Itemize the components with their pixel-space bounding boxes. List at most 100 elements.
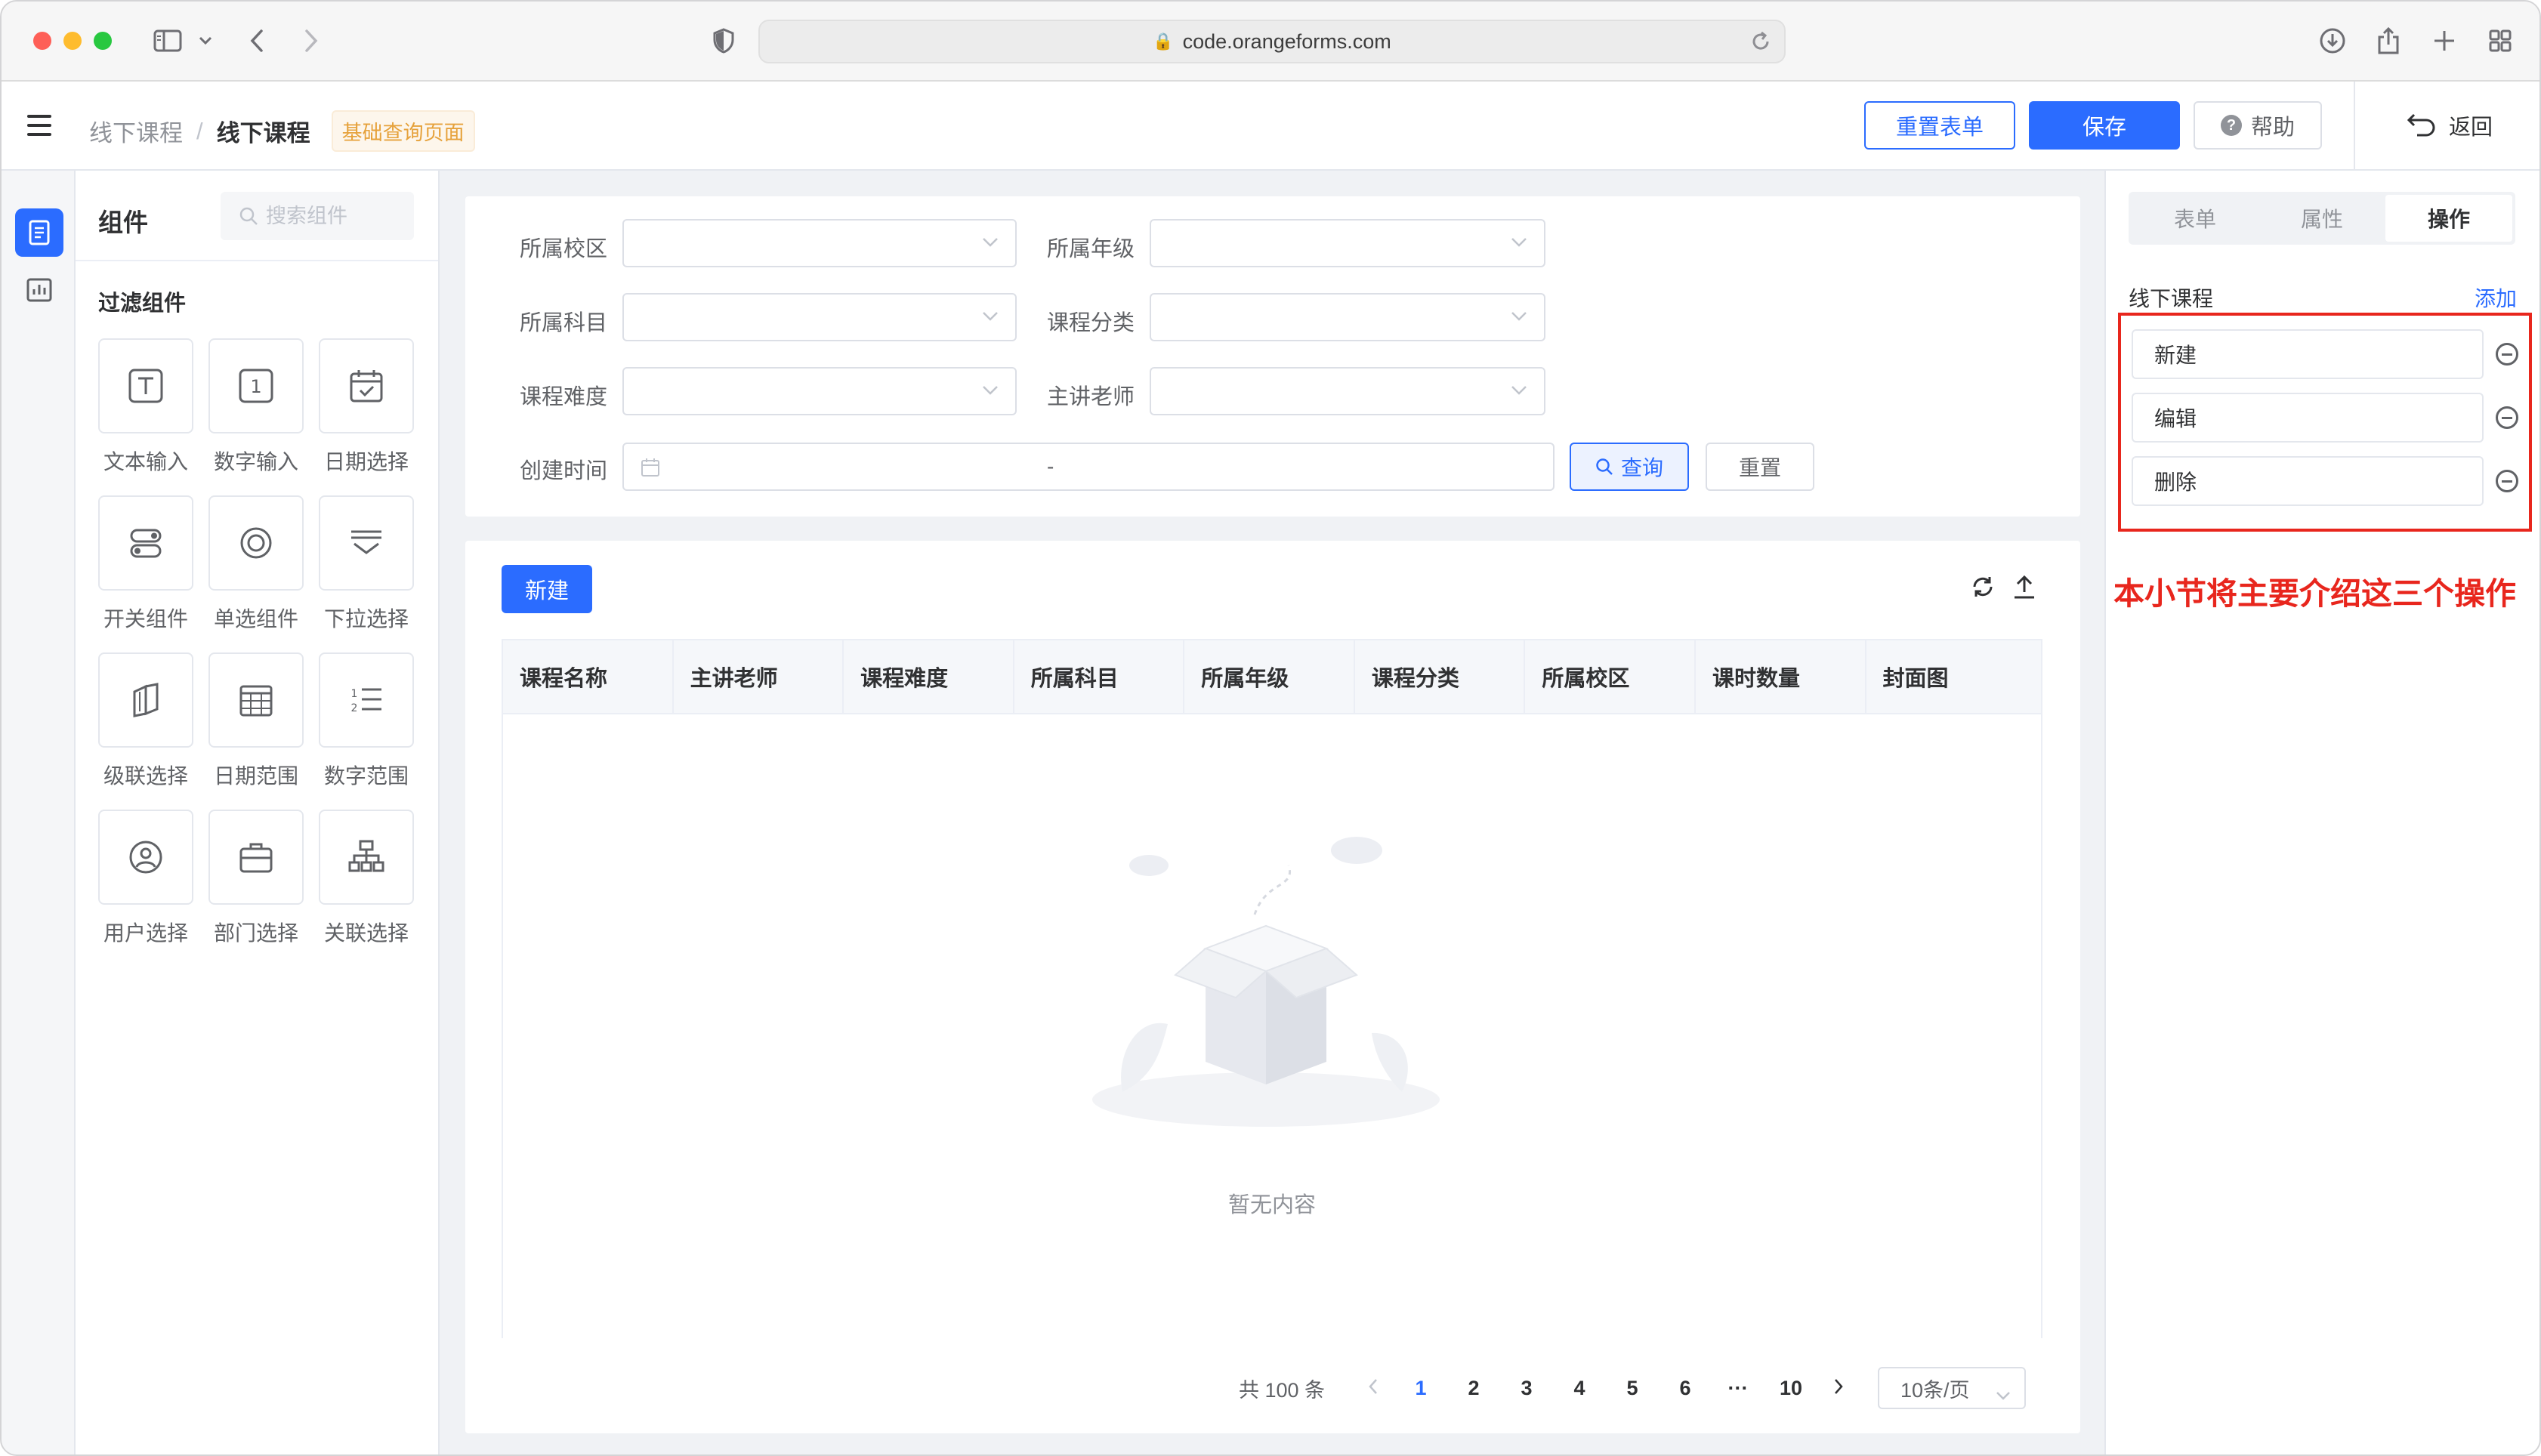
breadcrumb-parent[interactable]: 线下课程	[89, 114, 183, 148]
remove-circle-icon[interactable]	[2496, 470, 2518, 492]
forward-arrow-icon[interactable]	[298, 24, 325, 57]
column-header[interactable]: 课程难度	[844, 640, 1014, 713]
reset-button[interactable]: 重置	[1706, 443, 1814, 491]
help-button[interactable]: ? 帮助	[2194, 101, 2322, 150]
operation-row[interactable]	[2132, 456, 2484, 506]
component-cascader[interactable]: 级联选择	[98, 652, 193, 810]
component-label: 日期选择	[323, 450, 409, 474]
column-header[interactable]: 课时数量	[1696, 640, 1866, 713]
component-label: 开关组件	[103, 607, 188, 631]
component-label: 部门选择	[213, 921, 298, 945]
campus-label: 所属校区	[520, 237, 608, 261]
component-dropdown[interactable]: 下拉选择	[319, 495, 414, 652]
operation-name-input[interactable]	[2133, 331, 2482, 378]
column-header[interactable]: 课程名称	[503, 640, 674, 713]
component-radio[interactable]: 单选组件	[208, 495, 304, 652]
component-search-input[interactable]	[266, 204, 402, 228]
column-header[interactable]: 所属年级	[1184, 640, 1355, 713]
shield-icon[interactable]	[709, 24, 739, 57]
component-date-picker[interactable]: 日期选择	[319, 338, 414, 495]
course-table: 课程名称 主讲老师 课程难度 所属科目 所属年级 课程分类 所属校区 课时数量 …	[502, 639, 2042, 1338]
column-header[interactable]: 主讲老师	[674, 640, 844, 713]
component-date-range[interactable]: 日期范围	[208, 652, 304, 810]
minimize-window-button[interactable]	[63, 32, 82, 50]
new-tab-icon[interactable]	[2429, 24, 2459, 57]
chevron-down-icon	[982, 311, 999, 325]
back-button[interactable]: 返回	[2401, 101, 2499, 150]
prev-page-icon[interactable]	[1352, 1377, 1394, 1400]
remove-circle-icon[interactable]	[2496, 406, 2518, 429]
column-header[interactable]: 封面图	[1866, 640, 2042, 713]
tab-properties[interactable]: 属性	[2258, 195, 2385, 242]
tab-operations[interactable]: 操作	[2385, 195, 2512, 242]
page-number[interactable]: 3	[1500, 1377, 1553, 1400]
column-header[interactable]: 所属科目	[1014, 640, 1185, 713]
close-window-button[interactable]	[33, 32, 51, 50]
reset-form-button[interactable]: 重置表单	[1864, 101, 2015, 150]
download-icon[interactable]	[2317, 24, 2348, 57]
column-header[interactable]: 课程分类	[1355, 640, 1526, 713]
chart-component-icon[interactable]	[15, 266, 63, 314]
share-icon[interactable]	[2373, 24, 2404, 57]
component-relation-select[interactable]: 关联选择	[319, 810, 414, 967]
new-button[interactable]: 新建	[502, 565, 592, 613]
reload-icon[interactable]	[1749, 30, 1772, 58]
browser-toolbar: 🔒 code.orangeforms.com	[2, 2, 2539, 82]
created-time-range-picker[interactable]: -	[622, 443, 1555, 491]
subject-label: 所属科目	[520, 311, 608, 335]
component-user-select[interactable]: 用户选择	[98, 810, 193, 967]
difficulty-select[interactable]	[622, 367, 1017, 415]
save-button[interactable]: 保存	[2029, 101, 2180, 150]
grade-select[interactable]	[1150, 219, 1545, 267]
page-size-select[interactable]: 10条/页	[1878, 1367, 2026, 1409]
date-range-separator: -	[1047, 455, 1054, 478]
component-department-select[interactable]: 部门选择	[208, 810, 304, 967]
component-number-input[interactable]: 1 数字输入	[208, 338, 304, 495]
maximize-window-button[interactable]	[94, 32, 112, 50]
operation-name-input[interactable]	[2133, 394, 2482, 441]
menu-icon[interactable]	[27, 115, 51, 136]
component-search[interactable]	[221, 192, 414, 240]
search-icon	[1595, 458, 1613, 476]
return-icon	[2407, 113, 2437, 138]
column-header[interactable]: 所属校区	[1525, 640, 1696, 713]
next-page-icon[interactable]	[1817, 1377, 1860, 1400]
address-bar[interactable]: 🔒 code.orangeforms.com	[758, 20, 1786, 63]
component-number-range[interactable]: 12 数字范围	[319, 652, 414, 810]
subject-select[interactable]	[622, 293, 1017, 341]
lock-icon: 🔒	[1153, 32, 1174, 51]
date-range-icon	[208, 652, 304, 748]
chevron-down-icon[interactable]	[195, 24, 216, 57]
back-arrow-icon[interactable]	[243, 24, 270, 57]
app-header: 线下课程 / 线下课程 基础查询页面 重置表单 保存 ? 帮助 返回	[2, 82, 2539, 171]
operation-row[interactable]	[2132, 329, 2484, 379]
page-number[interactable]: 10	[1764, 1377, 1817, 1400]
remove-circle-icon[interactable]	[2496, 343, 2518, 366]
add-operation-link[interactable]: 添加	[2475, 282, 2517, 313]
annotation-text: 本小节将主要介绍这三个操作	[2113, 576, 2516, 611]
component-label: 数字范围	[323, 764, 409, 788]
refresh-icon[interactable]	[1970, 574, 1996, 603]
form-component-icon[interactable]	[15, 208, 63, 257]
campus-select[interactable]	[622, 219, 1017, 267]
export-icon[interactable]	[2012, 574, 2036, 603]
tab-form[interactable]: 表单	[2132, 195, 2258, 242]
tab-overview-icon[interactable]	[2485, 24, 2515, 57]
page-number[interactable]: 1	[1394, 1377, 1447, 1400]
operation-name-input[interactable]	[2133, 458, 2482, 504]
page-number[interactable]: 6	[1659, 1377, 1712, 1400]
page-number[interactable]: 4	[1553, 1377, 1606, 1400]
query-button[interactable]: 查询	[1570, 443, 1689, 491]
teacher-select[interactable]	[1150, 367, 1545, 415]
sidebar-toggle-icon[interactable]	[150, 24, 186, 57]
query-label: 查询	[1620, 456, 1663, 480]
component-switch[interactable]: 开关组件	[98, 495, 193, 652]
component-label: 日期范围	[213, 764, 298, 788]
operation-row[interactable]	[2132, 393, 2484, 443]
component-text-input[interactable]: 文本输入	[98, 338, 193, 495]
page-ellipsis[interactable]: ···	[1712, 1377, 1764, 1400]
page-number[interactable]: 5	[1606, 1377, 1659, 1400]
category-select[interactable]	[1150, 293, 1545, 341]
page-number[interactable]: 2	[1447, 1377, 1500, 1400]
left-icon-rail	[2, 171, 76, 1454]
